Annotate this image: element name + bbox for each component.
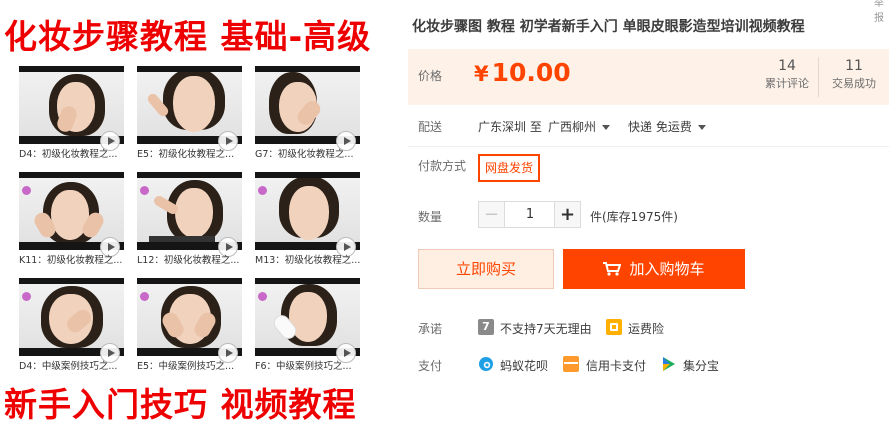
- no-return-7day-icon: 7: [478, 319, 494, 335]
- credit-card-text: 信用卡支付: [586, 359, 647, 373]
- reviews-count: 14: [778, 58, 796, 74]
- thumbnail-caption: K11：初级化妆教程之...: [19, 255, 123, 266]
- add-to-cart-button[interactable]: 加入购物车: [563, 249, 745, 289]
- destination-select[interactable]: 广西柳州: [548, 118, 611, 135]
- jifenbao-icon: [661, 356, 677, 372]
- price-value: ¥10.00: [474, 58, 571, 87]
- reviews-stat[interactable]: 14 累计评论: [757, 57, 817, 93]
- logo-badge-icon: [258, 292, 267, 301]
- delivery-label: 配送: [418, 120, 443, 134]
- cart-icon: [603, 262, 622, 276]
- video-thumbnail[interactable]: D4：中级案例技巧之...: [19, 278, 124, 373]
- huabei-text: 蚂蚁花呗: [500, 359, 549, 373]
- report-link[interactable]: 举报: [874, 0, 889, 24]
- price-panel: 价格 ¥10.00 14 累计评论 11 交易成功: [408, 49, 889, 105]
- shipping-insurance-icon: [606, 319, 622, 335]
- video-thumbnail[interactable]: E5：中级案例技巧之...: [137, 278, 242, 373]
- shipping-insurance-text[interactable]: 运费险: [628, 320, 664, 337]
- currency-symbol: ¥: [474, 62, 489, 86]
- thumbnail-caption: L12：初级化妆教程之...: [137, 255, 240, 266]
- quantity-decrease-button[interactable]: −: [478, 201, 505, 228]
- destination-value: 广西柳州: [548, 120, 597, 134]
- quantity-increase-button[interactable]: +: [554, 201, 581, 228]
- jifenbao-text: 集分宝: [683, 359, 720, 373]
- video-thumbnail[interactable]: F6：中级案例技巧之...: [255, 278, 360, 373]
- promise-label: 承诺: [418, 322, 443, 336]
- price-amount: 10.00: [491, 58, 571, 87]
- banner-top-text: 化妆步骤教程 基础-高级: [4, 17, 372, 56]
- banner-bottom-text: 新手入门技巧 视频教程: [4, 385, 357, 423]
- add-to-cart-label: 加入购物车: [629, 260, 705, 278]
- delivery-origin: 广东深圳 至: [478, 120, 542, 134]
- logo-badge-icon: [140, 292, 149, 301]
- sales-count: 11: [845, 58, 863, 74]
- price-label: 价格: [418, 69, 443, 83]
- sales-stat: 11 交易成功: [824, 57, 884, 93]
- video-thumbnail[interactable]: M13：初级化妆教程之...: [255, 172, 360, 267]
- quantity-label: 数量: [418, 210, 443, 224]
- credit-card-icon: [563, 356, 579, 372]
- pay-label: 支付: [418, 359, 443, 373]
- divider: [408, 146, 889, 147]
- video-thumbnail[interactable]: K11：初级化妆教程之...: [19, 172, 124, 267]
- shipping-value: 快递 免运费: [628, 120, 692, 134]
- logo-badge-icon: [140, 186, 149, 195]
- logo-badge-icon: [22, 186, 31, 195]
- chevron-down-icon: [697, 125, 706, 130]
- reviews-label: 累计评论: [765, 77, 809, 90]
- chevron-down-icon: [602, 125, 611, 130]
- thumbnail-caption: D4：初级化妆教程之...: [19, 149, 118, 160]
- video-thumbnail[interactable]: E5：初级化妆教程之...: [137, 66, 242, 161]
- payment-option-netdisk[interactable]: 网盘发货: [478, 154, 540, 182]
- buy-now-button[interactable]: 立即购买: [418, 249, 554, 289]
- payment-method-label: 付款方式: [418, 159, 467, 173]
- thumbnail-caption: D4：中级案例技巧之...: [19, 361, 118, 372]
- quantity-input[interactable]: 1: [505, 201, 555, 228]
- shipping-select[interactable]: 快递 免运费: [628, 118, 706, 135]
- product-title: 化妆步骤图 教程 初学者新手入门 单眼皮眼影造型培训视频教程: [412, 19, 805, 35]
- thumbnail-caption: M13：初级化妆教程之...: [255, 255, 361, 266]
- video-thumbnail[interactable]: L12：初级化妆教程之...: [137, 172, 242, 267]
- thumbnail-caption: E5：中级案例技巧之...: [137, 361, 235, 372]
- stock-text: 件(库存1975件): [590, 210, 678, 224]
- thumbnail-caption: F6：中级案例技巧之...: [255, 361, 352, 372]
- video-thumbnail[interactable]: D4：初级化妆教程之...: [19, 66, 124, 161]
- shield-icon: [610, 323, 618, 331]
- sales-label: 交易成功: [832, 77, 876, 90]
- stat-divider: [818, 57, 819, 97]
- logo-badge-icon: [22, 292, 31, 301]
- thumbnail-caption: G7：初级化妆教程之...: [255, 149, 354, 160]
- logo-badge-icon: [258, 186, 267, 195]
- product-image[interactable]: 化妆步骤教程 基础-高级 D4：初级化妆教程之... E5：初级化妆教程之...…: [0, 0, 400, 423]
- huabei-icon: [478, 356, 494, 372]
- no-return-text: 不支持7天无理由: [500, 322, 592, 336]
- thumbnail-caption: E5：初级化妆教程之...: [137, 149, 235, 160]
- video-thumbnail[interactable]: G7：初级化妆教程之...: [255, 66, 360, 161]
